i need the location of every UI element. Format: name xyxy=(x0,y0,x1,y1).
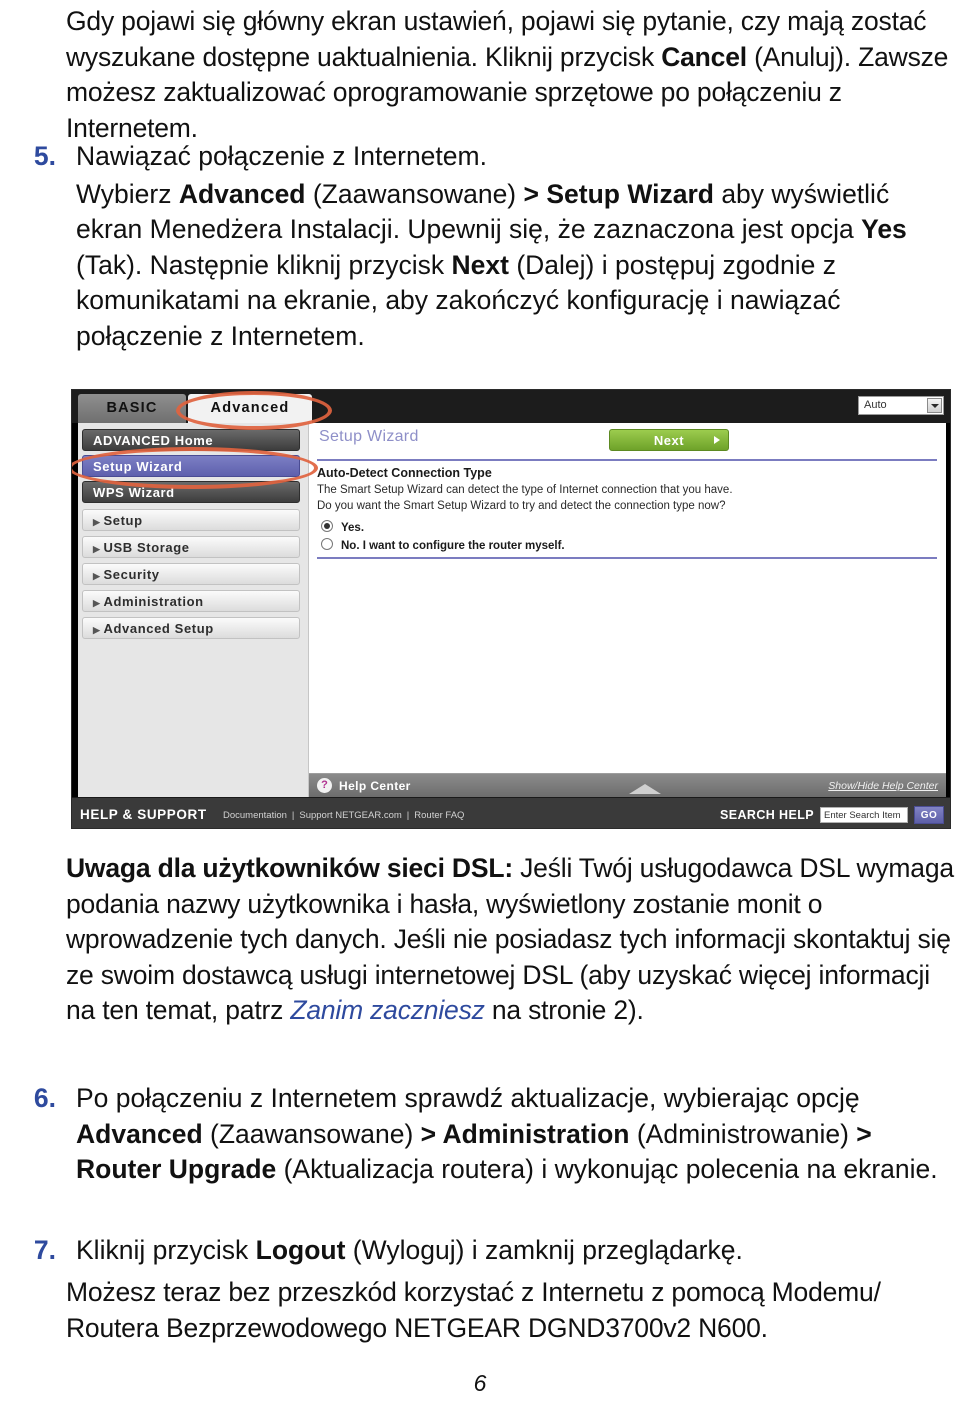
step-item-5: 5. Nawiązać połączenie z Internetem. Wyb… xyxy=(10,139,950,354)
page-number: 6 xyxy=(473,1370,487,1396)
sidebar-item-administration-label: Administration xyxy=(103,594,204,609)
divider-top xyxy=(317,459,937,461)
cross-reference-link[interactable]: Zanim zaczniesz xyxy=(290,995,485,1025)
search-help-label: SEARCH HELP xyxy=(720,808,814,822)
radio-button-icon[interactable] xyxy=(321,520,333,532)
help-support-title: HELP & SUPPORT xyxy=(80,807,207,822)
arrow-right-icon xyxy=(714,436,720,444)
help-center-label: Help Center xyxy=(339,779,411,793)
radio-option-yes-label: Yes. xyxy=(341,522,365,534)
s6-t1: Po połączeniu z Internetem sprawdź aktua… xyxy=(76,1083,860,1113)
radio-option-yes[interactable]: Yes. xyxy=(321,520,364,534)
router-sidebar: ADVANCED Home Setup Wizard WPS Wizard ▶ S… xyxy=(78,423,309,797)
router-topbar: BASIC Advanced Auto xyxy=(72,390,950,423)
router-admin-screenshot: BASIC Advanced Auto ADVANCED Home Setup … xyxy=(71,389,951,829)
s5-b-yes: Yes xyxy=(861,214,907,244)
s6-t4: (Aktualizacja routera) i wykonując polec… xyxy=(276,1154,938,1184)
step-body-5: Nawiązać połączenie z Internetem. Wybier… xyxy=(76,139,950,354)
chevron-right-icon: ▶ xyxy=(93,571,101,581)
step-item-7: 7. Kliknij przycisk Logout (Wyloguj) i z… xyxy=(10,1233,950,1269)
s5-b-setup-wizard: > Setup Wizard xyxy=(523,178,714,209)
show-hide-help-center-link[interactable]: Show/Hide Help Center xyxy=(828,780,938,792)
dsl-note-paragraph: Uwaga dla użytkowników sieci DSL: Jeśli … xyxy=(66,851,956,1029)
footer-link-documentation[interactable]: Documentation xyxy=(223,810,287,821)
chevron-right-icon: ▶ xyxy=(93,598,101,608)
sidebar-item-administration[interactable]: ▶ Administration xyxy=(82,590,300,612)
document-page: Gdy pojawi się główny ekran ustawień, po… xyxy=(0,0,960,1415)
router-main-pane: Setup Wizard Next Auto-Detect Connection… xyxy=(309,423,946,797)
sidebar-item-usb-storage[interactable]: ▶ USB Storage xyxy=(82,536,300,558)
sidebar-item-wps-wizard[interactable]: WPS Wizard xyxy=(82,481,300,503)
chevron-right-icon: ▶ xyxy=(93,517,101,527)
sidebar-item-setup-label: Setup xyxy=(103,513,143,528)
s6-b-advanced: Advanced xyxy=(76,1118,203,1149)
divider-bottom xyxy=(317,557,937,559)
s5-b-advanced: Advanced xyxy=(178,178,306,209)
chevron-right-icon: ▶ xyxy=(93,544,101,554)
description-line-2: Do you want the Smart Setup Wizard to tr… xyxy=(317,500,726,512)
step-number-7: 7. xyxy=(33,1235,56,1265)
description-line-1: The Smart Setup Wizard can detect the ty… xyxy=(317,484,733,496)
s7-t1: Kliknij przycisk xyxy=(76,1235,256,1265)
router-footer: HELP & SUPPORT Documentation | Support NET… xyxy=(72,797,950,828)
section-title: Auto-Detect Connection Type xyxy=(317,466,492,480)
search-go-button[interactable]: GO xyxy=(914,806,944,824)
dsl-note-text-end: na stronie 2). xyxy=(484,995,644,1025)
s7-b-logout: Logout xyxy=(255,1235,346,1265)
sidebar-item-advanced-setup[interactable]: ▶ Advanced Setup xyxy=(82,617,300,639)
s5-t4: (Tak). Następnie kliknij przycisk xyxy=(76,249,452,280)
intro-bold-cancel: Cancel xyxy=(661,41,747,72)
step-number-6: 6. xyxy=(33,1083,56,1113)
tab-advanced[interactable]: Advanced xyxy=(188,394,312,423)
footer-link-router-faq[interactable]: Router FAQ xyxy=(414,810,464,821)
radio-option-no-label: No. I want to configure the router mysel… xyxy=(341,540,565,552)
intro-paragraph: Gdy pojawi się główny ekran ustawień, po… xyxy=(66,4,956,146)
sidebar-item-setup-wizard[interactable]: Setup Wizard xyxy=(82,455,300,477)
sidebar-item-usb-storage-label: USB Storage xyxy=(103,540,190,555)
chevron-down-icon[interactable] xyxy=(927,398,942,413)
page-title: Setup Wizard xyxy=(319,428,419,445)
s7-t2: (Wyloguj) i zamknij przeglądarkę. xyxy=(345,1235,743,1265)
next-button-label: Next xyxy=(653,433,685,448)
step-body-7: Kliknij przycisk Logout (Wyloguj) i zamk… xyxy=(76,1233,950,1269)
s5-t1: Wybierz xyxy=(76,178,179,209)
step-5-line-1-text: Nawiązać połączenie z Internetem. xyxy=(76,141,487,171)
footer-links: Documentation | Support NETGEAR.com | Router… xyxy=(223,810,465,821)
step-5-line-1: Nawiązać połączenie z Internetem. xyxy=(76,139,950,175)
sidebar-item-security[interactable]: ▶ Security xyxy=(82,563,300,585)
chevron-right-icon: ▶ xyxy=(93,625,101,635)
radio-option-no[interactable]: No. I want to configure the router mysel… xyxy=(321,538,565,552)
search-input[interactable]: Enter Search Item xyxy=(820,807,908,823)
s6-t3: (Administrowanie) xyxy=(629,1118,857,1149)
radio-button-icon[interactable] xyxy=(321,538,333,550)
sidebar-item-advanced-home[interactable]: ADVANCED Home xyxy=(82,429,300,451)
sidebar-item-setup[interactable]: ▶ Setup xyxy=(82,509,300,531)
closing-paragraph: Możesz teraz bez przeszkód korzystać z I… xyxy=(66,1277,881,1343)
step-5-line-2: Wybierz Advanced (Zaawansowane) > Setup … xyxy=(76,177,950,355)
question-mark-icon: ? xyxy=(317,778,332,793)
tab-basic[interactable]: BASIC xyxy=(78,394,186,423)
step-number-5: 5. xyxy=(33,141,56,171)
dsl-note-heading: Uwaga dla użytkowników sieci DSL: xyxy=(66,853,513,883)
footer-link-support-netgear[interactable]: Support NETGEAR.com xyxy=(299,810,401,821)
sidebar-item-advanced-setup-label: Advanced Setup xyxy=(103,621,214,636)
s6-b-administration: > Administration xyxy=(420,1118,630,1149)
s5-b-next: Next xyxy=(451,249,509,280)
sidebar-item-security-label: Security xyxy=(103,567,160,582)
chevron-up-icon[interactable] xyxy=(629,784,661,794)
s6-t2: (Zaawansowane) xyxy=(202,1118,421,1149)
next-button[interactable]: Next xyxy=(609,429,729,451)
s5-t2: (Zaawansowane) xyxy=(305,178,524,209)
step-body-6: Po połączeniu z Internetem sprawdź aktua… xyxy=(76,1081,950,1188)
step-item-6: 6. Po połączeniu z Internetem sprawdź ak… xyxy=(10,1081,950,1188)
help-center-bar[interactable]: ? Help Center Show/Hide Help Center xyxy=(309,773,946,798)
